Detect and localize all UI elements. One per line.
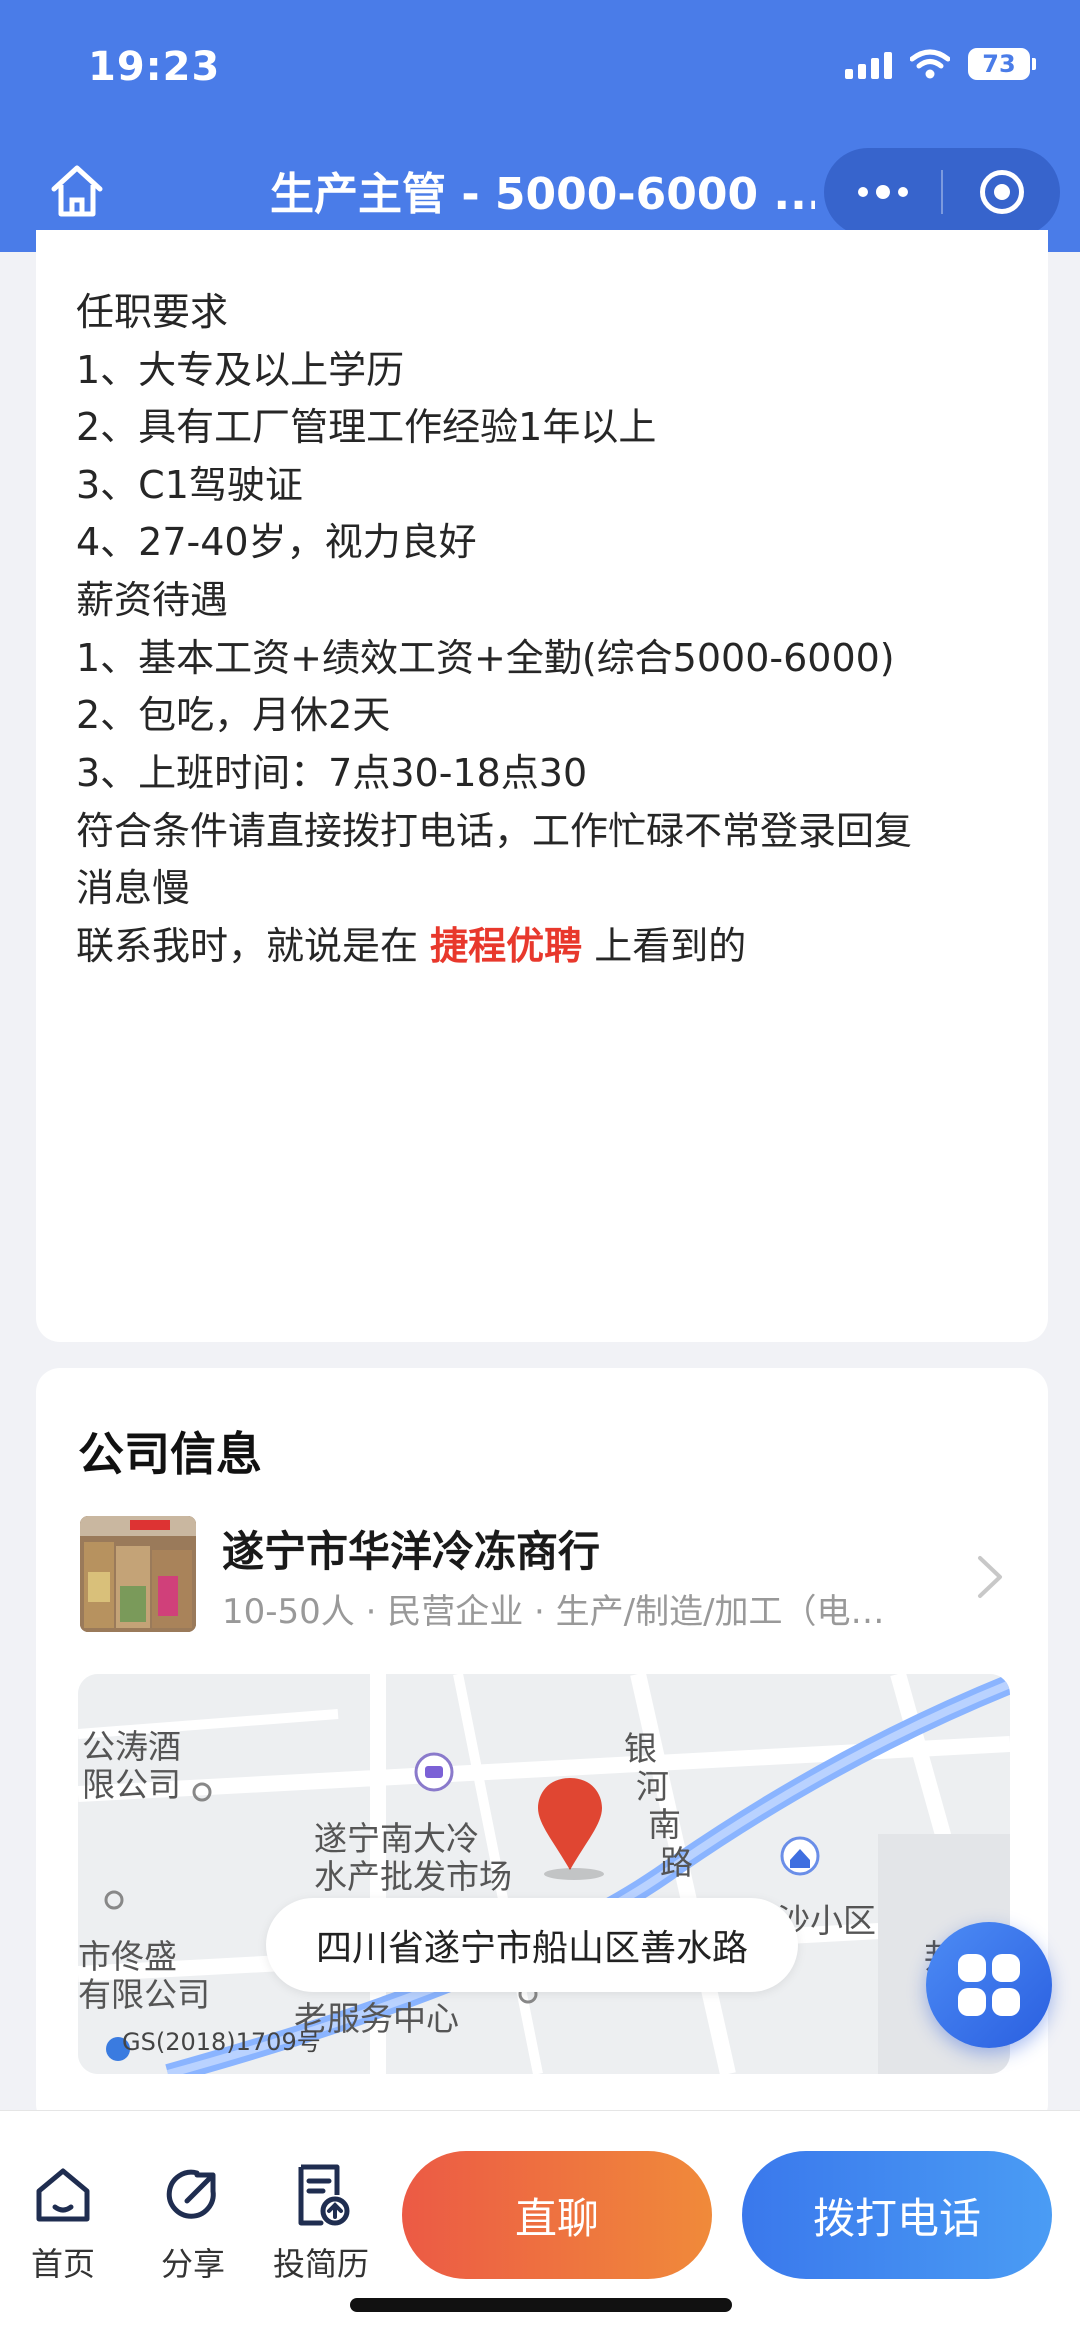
map-label: 限公司: [82, 1765, 181, 1804]
app-header: 19:23 73 生产主管 - 5000-6000 ...: [0, 0, 1080, 252]
contact-suffix: 上看到的: [594, 924, 747, 968]
call-button[interactable]: 拨打电话: [742, 2151, 1052, 2279]
map-credit-text: GS(2018)1709号: [122, 2028, 321, 2056]
map-label: 路: [660, 1843, 693, 1882]
company-info-card: 公司信息 遂宁市华洋冷冻商行 10-50人 · 民营企业 · 生产/制造/加工（…: [36, 1368, 1048, 2128]
salary-line: 3、上班时间：7点30-18点30: [76, 751, 588, 795]
requirements-heading: 任职要求: [76, 290, 229, 334]
map-credit: GS(2018)1709号: [88, 2022, 321, 2057]
signal-icon: [845, 49, 892, 79]
home-tab-icon: [36, 2168, 90, 2222]
tab-share[interactable]: 分享: [138, 2161, 248, 2285]
requirement-line: 3、C1驾驶证: [76, 463, 303, 507]
close-target-icon[interactable]: [943, 148, 1060, 236]
company-meta: 10-50人 · 民营企业 · 生产/制造/加工（电…: [222, 1592, 885, 1632]
company-photo[interactable]: [80, 1516, 196, 1632]
wifi-icon: [910, 49, 950, 79]
contact-note: 符合条件请直接拨打电话，工作忙碌不常登录回复: [76, 809, 913, 853]
map-label: 水产批发市场: [314, 1857, 512, 1896]
tab-home-label: 首页: [30, 2245, 95, 2283]
contact-source-line: 联系我时，就说是在 捷程优聘 上看到的: [76, 927, 746, 965]
tab-share-label: 分享: [160, 2245, 225, 2283]
chat-button[interactable]: 直聊: [402, 2151, 712, 2279]
more-icon[interactable]: [824, 148, 941, 236]
status-icons: 73: [845, 48, 1036, 80]
chevron-right-icon[interactable]: [972, 1552, 1008, 1602]
requirement-line: 4、27-40岁，视力良好: [76, 520, 477, 564]
battery-indicator: 73: [968, 48, 1036, 80]
share-icon: [166, 2169, 216, 2219]
location-map[interactable]: 公涛酒 限公司 遂宁南大冷 水产批发市场 银 河 南 路 市佟盛 有限公司 老服…: [78, 1674, 1010, 2074]
address-label[interactable]: 四川省遂宁市船山区善水路: [266, 1898, 799, 1992]
contact-note: 消息慢: [76, 866, 191, 910]
apps-grid-button[interactable]: [926, 1922, 1052, 2048]
company-name[interactable]: 遂宁市华洋冷冻商行: [222, 1518, 600, 1579]
tab-submit-resume[interactable]: 投简历: [266, 2161, 376, 2285]
mini-program-capsule: [824, 148, 1060, 236]
resume-icon: [298, 2164, 350, 2226]
requirement-line: 1、大专及以上学历: [76, 348, 405, 392]
tab-resume-label: 投简历: [272, 2245, 369, 2283]
salary-line: 2、包吃，月休2天: [76, 693, 391, 737]
home-icon[interactable]: [46, 160, 108, 222]
contact-prefix: 联系我时，就说是在: [76, 924, 419, 968]
map-label: 有限公司: [78, 1975, 210, 2014]
brand-name: 捷程优聘: [430, 924, 583, 968]
company-info-heading: 公司信息: [78, 1427, 262, 1481]
home-indicator: [350, 2298, 732, 2312]
salary-line: 1、基本工资+绩效工资+全勤(综合5000-6000): [76, 636, 895, 680]
salary-heading: 薪资待遇: [76, 578, 229, 622]
job-description-card: 任职要求 1、大专及以上学历 2、具有工厂管理工作经验1年以上 3、C1驾驶证 …: [36, 230, 1048, 1342]
requirement-line: 2、具有工厂管理工作经验1年以上: [76, 405, 657, 449]
status-time: 19:23: [88, 44, 221, 90]
tab-home[interactable]: 首页: [8, 2161, 118, 2285]
grid-icon: [958, 1954, 1020, 2016]
page-title: 生产主管 - 5000-6000 ...: [270, 169, 815, 220]
